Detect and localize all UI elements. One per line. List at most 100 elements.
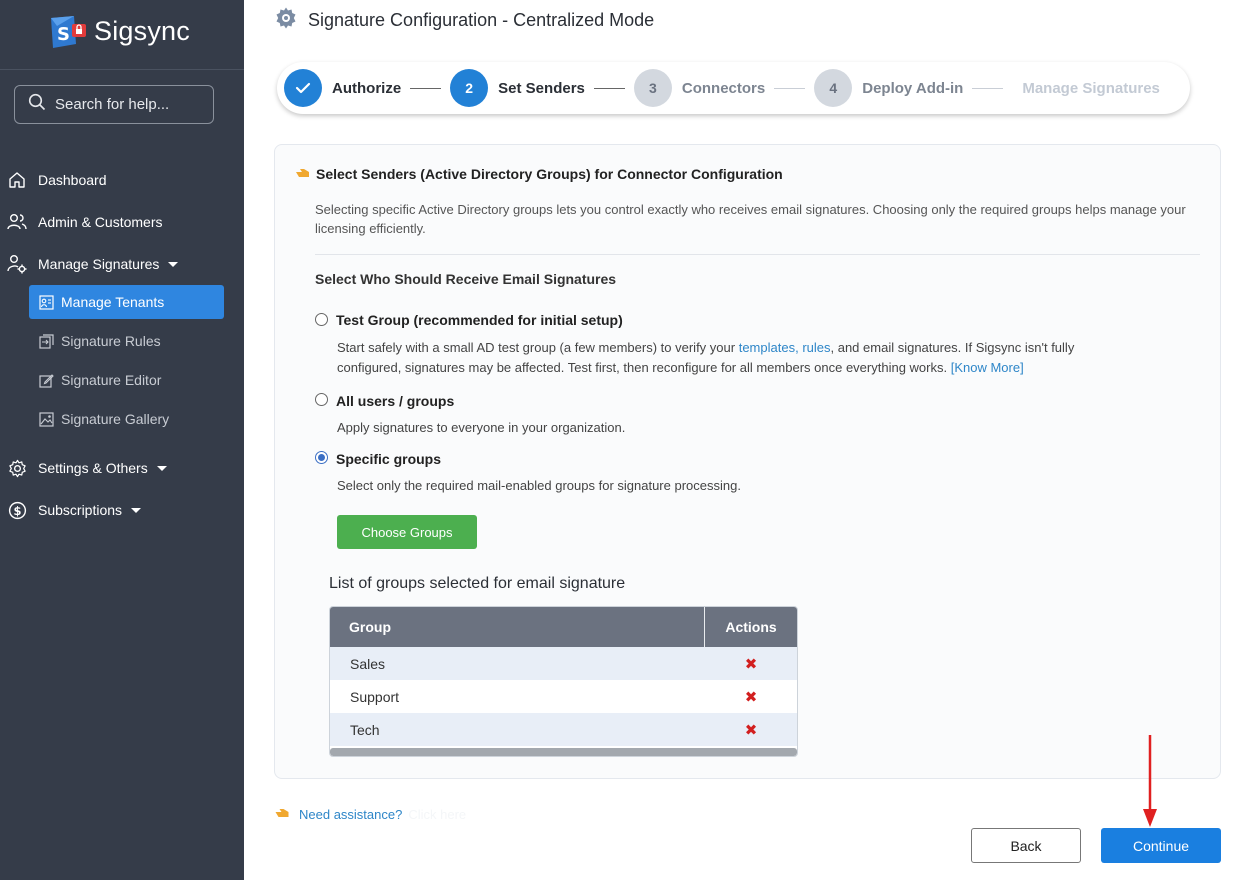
search-placeholder: Search for help... — [55, 96, 170, 113]
sidebar-item-dashboard[interactable]: Dashboard — [0, 163, 244, 197]
group-name: Support — [350, 688, 400, 705]
step-label: Connectors — [681, 79, 766, 97]
click-here-link[interactable]: Click here — [408, 807, 466, 822]
groups-table: Group Actions Sales ✖ Support ✖ Tech ✖ — [329, 606, 798, 757]
step-manage-signatures[interactable]: Manage Signatures — [1012, 80, 1160, 97]
svg-text:$: $ — [13, 503, 21, 517]
table-header: Group Actions — [330, 607, 797, 647]
setup-stepper: Authorize 2 Set Senders 3 Connectors 4 D… — [277, 62, 1190, 114]
logo[interactable]: S Sigsync — [48, 14, 190, 48]
option-desc-specific-groups: Select only the required mail-enabled gr… — [337, 478, 741, 493]
home-icon — [7, 170, 27, 190]
pointing-hand-icon — [275, 807, 290, 822]
step-connector — [774, 87, 806, 89]
pointing-hand-icon — [296, 166, 310, 182]
step-label: Authorize — [332, 79, 402, 97]
sidebar-item-label: Manage Signatures — [38, 256, 160, 272]
section-title: Select Senders (Active Directory Groups)… — [296, 166, 783, 182]
sidebar-item-label: Settings & Others — [38, 460, 148, 476]
gear-icon — [274, 6, 298, 35]
recipients-heading: Select Who Should Receive Email Signatur… — [315, 271, 617, 287]
sigsync-logo-icon: S — [48, 14, 88, 48]
column-header-group: Group — [330, 607, 705, 647]
option-desc-test-group: Start safely with a small AD test group … — [337, 338, 1197, 378]
option-desc-all-users: Apply signatures to everyone in your org… — [337, 420, 626, 435]
table-row: Tech ✖ — [330, 713, 797, 746]
search-icon — [28, 93, 46, 116]
rules-link[interactable]: rules — [802, 340, 830, 355]
radio-test-group[interactable] — [315, 313, 328, 326]
sidebar-item-label: Dashboard — [38, 172, 107, 188]
group-name: Tech — [350, 721, 380, 738]
templates-link[interactable]: templates — [739, 340, 795, 355]
need-assistance-link[interactable]: Need assistance? — [299, 807, 402, 822]
radio-all-users[interactable] — [315, 393, 328, 406]
sidebar-divider — [0, 69, 244, 70]
sidebar-item-admin-customers[interactable]: Admin & Customers — [0, 205, 244, 239]
sidebar-item-label: Subscriptions — [38, 502, 123, 518]
groups-list-title: List of groups selected for email signat… — [329, 575, 626, 592]
users-icon — [7, 212, 27, 232]
sidebar-subitem-label: Signature Editor — [61, 372, 162, 388]
page-title: Signature Configuration - Centralized Mo… — [308, 10, 655, 30]
step-authorize[interactable]: Authorize — [284, 69, 401, 107]
step-connector — [972, 87, 1004, 89]
sidebar-subitem-manage-tenants[interactable]: Manage Tenants — [29, 285, 224, 319]
table-row: Support ✖ — [330, 680, 797, 713]
step-number: 4 — [814, 69, 853, 107]
desc-text: configured, signatures may be affected. … — [337, 360, 951, 375]
step-label: Set Senders — [498, 79, 585, 97]
user-gear-icon — [7, 254, 27, 274]
choose-groups-button[interactable]: Choose Groups — [337, 515, 477, 549]
step-number: 3 — [633, 69, 672, 107]
know-more-link[interactable]: [Know More] — [951, 360, 1024, 375]
sidebar-item-settings-others[interactable]: Settings & Others — [0, 451, 244, 485]
page-header: Signature Configuration - Centralized Mo… — [274, 6, 654, 35]
desc-text: Start safely with a small AD test group … — [337, 340, 739, 355]
horizontal-scrollbar[interactable] — [330, 748, 797, 756]
back-button[interactable]: Back — [971, 828, 1081, 863]
table-row: Sales ✖ — [330, 647, 797, 680]
step-connector — [410, 87, 442, 89]
remove-icon[interactable]: ✖ — [705, 713, 797, 746]
continue-button[interactable]: Continue — [1101, 828, 1221, 863]
remove-icon[interactable]: ✖ — [705, 647, 797, 680]
sidebar-subitem-signature-editor[interactable]: Signature Editor — [29, 363, 224, 397]
step-connector — [593, 87, 625, 89]
chevron-down-icon — [131, 507, 142, 513]
step-deploy-addin[interactable]: 4 Deploy Add-in — [814, 69, 963, 107]
annotation-arrow-icon — [1143, 735, 1157, 833]
section-divider — [315, 254, 1200, 255]
step-set-senders[interactable]: 2 Set Senders — [450, 69, 585, 107]
section-description: Selecting specific Active Directory grou… — [315, 202, 1186, 236]
gear-icon — [7, 458, 27, 478]
chevron-down-icon — [168, 261, 179, 267]
tenants-icon — [38, 294, 54, 310]
sidebar-item-label: Admin & Customers — [38, 214, 163, 230]
sidebar-subitem-signature-rules[interactable]: Signature Rules — [29, 324, 224, 358]
sidebar-subitem-label: Signature Gallery — [61, 411, 170, 427]
sidebar: S Sigsync Search for help... Dashboard A… — [0, 0, 244, 880]
app-name: Sigsync — [94, 15, 190, 46]
sidebar-item-manage-signatures[interactable]: Manage Signatures — [0, 247, 244, 281]
step-number: 2 — [450, 69, 489, 107]
chevron-down-icon — [156, 465, 167, 471]
option-title-test-group: Test Group (recommended for initial setu… — [336, 312, 623, 328]
sidebar-subitem-label: Signature Rules — [61, 333, 161, 349]
rules-icon — [38, 333, 54, 349]
sidebar-item-subscriptions[interactable]: $ Subscriptions — [0, 493, 244, 527]
step-connectors[interactable]: 3 Connectors — [633, 69, 766, 107]
group-name: Sales — [350, 655, 386, 672]
step-label: Manage Signatures — [1022, 79, 1160, 97]
column-header-actions: Actions — [725, 619, 777, 635]
section-title-text: Select Senders (Active Directory Groups)… — [316, 166, 783, 182]
step-label: Deploy Add-in — [862, 79, 964, 97]
assistance-row: Need assistance? Click here — [275, 807, 466, 822]
remove-icon[interactable]: ✖ — [705, 680, 797, 713]
radio-specific-groups[interactable] — [315, 451, 328, 464]
sidebar-subitem-signature-gallery[interactable]: Signature Gallery — [29, 402, 224, 436]
search-input[interactable]: Search for help... — [14, 85, 214, 124]
option-title-all-users: All users / groups — [336, 393, 455, 409]
dollar-icon: $ — [7, 500, 27, 520]
option-title-specific-groups: Specific groups — [336, 451, 442, 467]
